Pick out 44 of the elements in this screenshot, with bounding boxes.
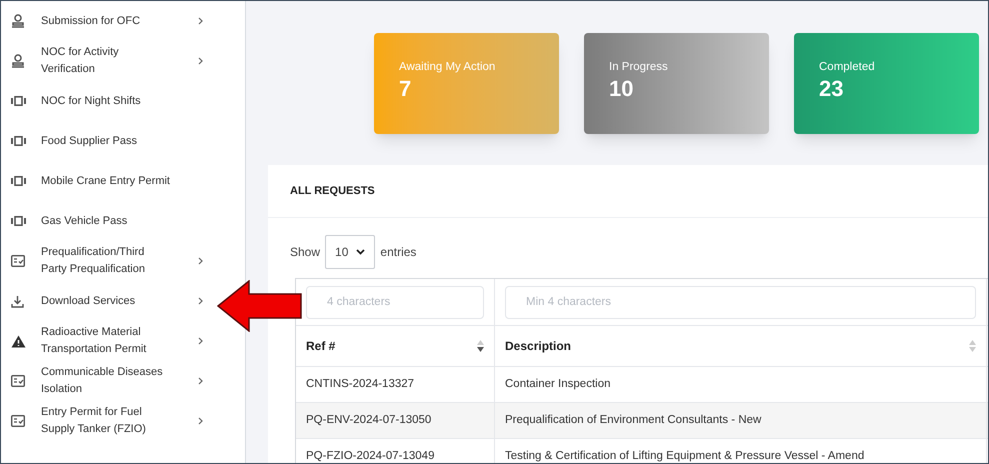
sidebar-item[interactable]: Mobile Crane Entry Permit	[1, 161, 215, 201]
table-cell: Testing & Certification of Lifting Equipment & Pressure Vessel - Amend	[495, 439, 987, 463]
device-icon	[11, 176, 26, 186]
sidebar-item[interactable]: Submission for OFC	[1, 1, 215, 41]
filter-field[interactable]: Min 4 characters	[505, 286, 976, 318]
entries-label: entries	[380, 244, 416, 261]
device-icon	[11, 136, 26, 146]
card-count: 23	[819, 75, 844, 103]
sidebar-item[interactable]: Communicable Diseases Isolation	[1, 361, 215, 401]
table-cell: PQ-FZIO-2024-07-13049	[296, 439, 495, 463]
table-cell: PQ-ENV-2024-07-13050	[296, 403, 495, 438]
sidebar-item[interactable]: Download Services	[1, 281, 215, 321]
card-label: Completed	[819, 60, 876, 74]
checklist-icon	[11, 415, 25, 427]
chevron-down-icon	[356, 249, 366, 255]
download-icon	[11, 294, 24, 308]
checklist-icon	[11, 375, 25, 387]
sidebar-item[interactable]: Radioactive Material Transportation Permit	[1, 321, 215, 361]
stamp-icon	[11, 54, 25, 68]
sidebar-item[interactable]: NOC for Night Shifts	[1, 81, 215, 121]
column-header[interactable]: Ref #	[296, 326, 495, 366]
device-icon	[11, 96, 26, 106]
card-label: Awaiting My Action	[399, 60, 496, 74]
panel-title: ALL REQUESTS	[290, 184, 375, 199]
table-cell: CNTINS-2024-13327	[296, 367, 495, 402]
table-cell: Prequalification of Environment Consultants - New	[495, 403, 987, 438]
card-label: In Progress	[609, 60, 669, 74]
sidebar-item[interactable]: Entry Permit for Fuel Supply Tanker (FZIO)	[1, 401, 215, 441]
sidebar-item[interactable]: NOC for Activity Verification	[1, 41, 215, 81]
sidebar-item[interactable]: Food Supplier Pass	[1, 121, 215, 161]
card-count: 10	[609, 75, 634, 103]
table-cell: Container Inspection	[495, 367, 987, 402]
sidebar-item[interactable]: Prequalification/Third Party Prequalification	[1, 241, 215, 281]
checklist-icon	[11, 255, 25, 267]
filter-field[interactable]: 4 characters	[306, 286, 484, 318]
sidebar-item[interactable]: Gas Vehicle Pass	[1, 201, 215, 241]
device-icon	[11, 216, 26, 226]
card-count: 7	[399, 75, 412, 103]
status-card[interactable]: In Progress 10	[584, 33, 769, 134]
page-size-select[interactable]: 10	[325, 235, 376, 269]
warning-icon	[11, 334, 26, 348]
show-label: Show	[290, 244, 320, 261]
stamp-icon	[11, 14, 25, 28]
column-header[interactable]: Description	[495, 326, 987, 366]
